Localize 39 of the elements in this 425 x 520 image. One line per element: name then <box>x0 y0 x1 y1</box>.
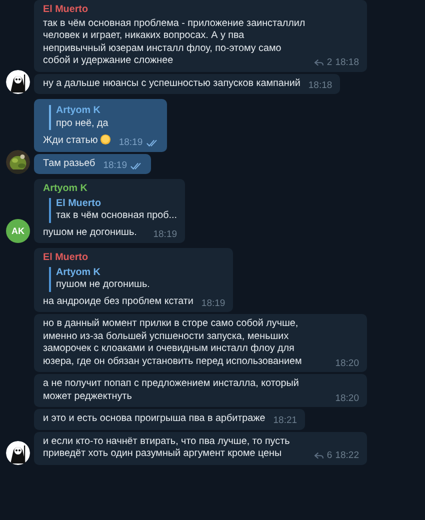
message-time: 18:21 <box>273 415 298 428</box>
sender-name[interactable]: El Muerto <box>43 4 359 16</box>
quote-author: Artyom K <box>56 266 102 279</box>
quote-text: так в чём основная проб... <box>56 210 178 222</box>
reply-count[interactable]: 2 <box>326 57 332 70</box>
message-time: 18:18 <box>308 80 332 92</box>
message-time: 18:18 <box>335 57 359 70</box>
message-text: а не получит попап с предложением инсталла, который может реджектнуть <box>43 378 299 402</box>
message-text: и это и есть основа проигрыша пва в арбитраже <box>43 413 266 424</box>
message-text: так в чём основная проблема - приложение заинсталлил человек и играет, никаких вопросах. А у пва непривычный юзерам инсталл флоу, по-этому само собой и удержание сложнее <box>43 18 306 66</box>
message-text: но в данный момент прилки в сторе само собой лучше, именно из-за большей успшености запуска, меньших заморочек с клоаками и очевидным инсталл флоу для юзера, где он обязан установить перед использованием <box>43 318 302 366</box>
message-text: и если кто-то начнёт втирать, что пва лучше, то пусть приведёт хоть один разумный аргумент кроме цены <box>43 436 290 459</box>
sender-name[interactable]: El Muerto <box>43 252 226 264</box>
avatar[interactable]: AK <box>6 219 30 243</box>
reply-icon <box>314 452 324 460</box>
message-text: ну а дальше нюансы с успешностью запусков кампаний <box>43 78 300 88</box>
reply-quote[interactable]: El Muerto так в чём основная проб... <box>49 198 178 222</box>
message-time: 18:19 <box>201 298 226 310</box>
message-time: 18:19 <box>118 137 143 150</box>
message-text: на андроиде без проблем кстати <box>43 296 194 306</box>
message-time: 18:20 <box>335 392 359 405</box>
avatar-icon[interactable] <box>6 440 30 464</box>
quote-author: El Muerto <box>56 198 102 210</box>
sender-name[interactable]: Artyom K <box>43 183 178 196</box>
message-time: 18:22 <box>335 450 359 462</box>
avatar-icon[interactable] <box>6 70 30 94</box>
message-text: Жди статью <box>43 135 98 146</box>
message-time: 18:20 <box>335 358 359 370</box>
reply-count[interactable]: 6 <box>326 450 332 462</box>
message-time: 18:19 <box>103 160 127 172</box>
reply-icon <box>314 59 324 68</box>
reply-quote[interactable]: Artyom K пушом не догонишь. <box>49 266 226 292</box>
message-text: Там разьеб <box>43 158 96 168</box>
reply-quote[interactable]: Artyom K про неё, да <box>49 105 159 130</box>
quote-text: пушом не догонишь. <box>56 279 151 292</box>
message-time: 18:19 <box>153 228 178 241</box>
message-text: пушом не догонишь. <box>43 226 137 238</box>
quote-text: про неё, да <box>56 118 110 130</box>
quote-author: Artyom K <box>56 105 102 118</box>
